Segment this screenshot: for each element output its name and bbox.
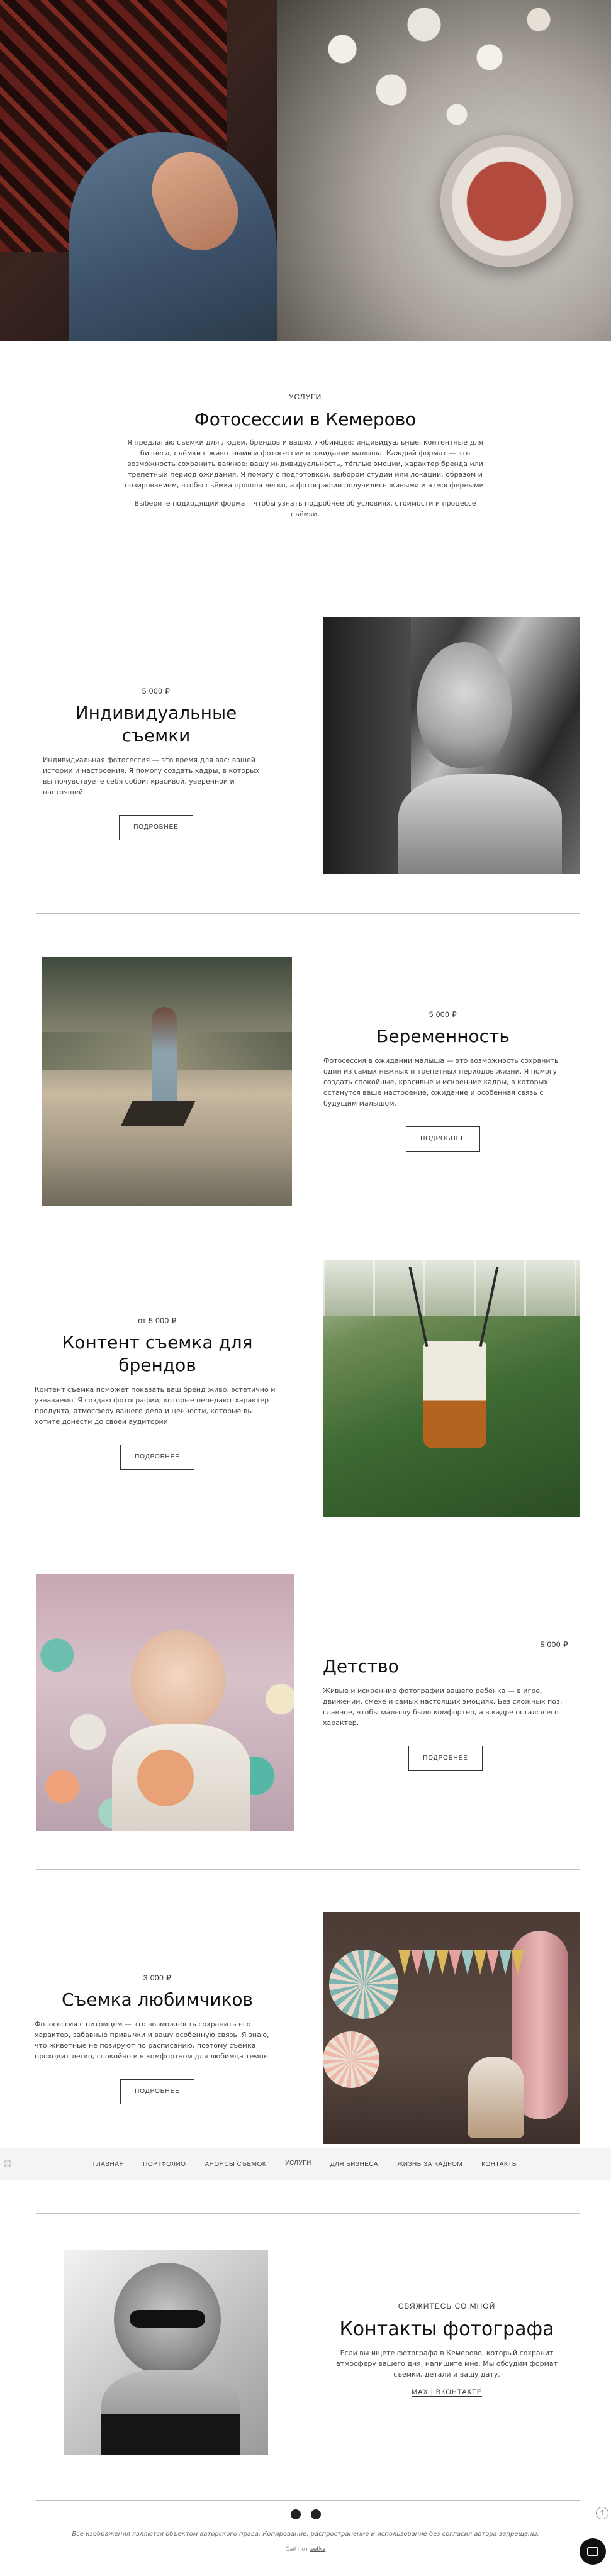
service-price: 5 000 ₽ — [429, 1010, 457, 1019]
details-button[interactable]: Подробнее — [120, 2079, 194, 2104]
service-pregnancy: 5 000 ₽ Беременность Фотосессия в ожидан… — [323, 1010, 563, 1152]
contact-description: Если вы ищете фотографа в Кемерово, кото… — [335, 2349, 558, 2379]
section-eyebrow: Услуги — [288, 392, 322, 401]
service-photo-brand — [323, 1260, 580, 1517]
service-photo-childhood — [36, 1574, 294, 1831]
copyright-text: Все изображения являются объектом авторс… — [72, 2531, 539, 2538]
service-photo-individual — [323, 617, 580, 874]
social-links — [0, 2509, 611, 2519]
contact-block: Свяжитесь со мной Контакты фотографа Есл… — [327, 2302, 566, 2397]
nav-item-business[interactable]: Для бизнеса — [330, 2161, 378, 2168]
nav-item-services[interactable]: Услуги — [285, 2160, 311, 2168]
service-description: Контент съёмка поможет показать ваш брен… — [35, 1385, 276, 1426]
site-footer: Все изображения являются объектом авторс… — [0, 2509, 611, 2553]
details-button[interactable]: Подробнее — [119, 815, 193, 840]
site-nav: Главная Портфолио Анонсы съемок Услуги Д… — [0, 2148, 611, 2180]
intro-paragraph: Я предлагаю съёмки для людей, брендов и … — [124, 438, 486, 489]
nav-item-portfolio[interactable]: Портфолио — [143, 2161, 186, 2168]
service-title: Беременность — [376, 1026, 510, 1046]
chat-widget-icon[interactable] — [580, 2538, 606, 2565]
service-description: Фотосессия в ожидании малыша — это возмо… — [323, 1057, 559, 1108]
service-description: Индивидуальная фотосессия — это время дл… — [43, 756, 260, 796]
nav-bullet-icon — [4, 2160, 11, 2167]
divider — [36, 2213, 580, 2214]
contact-links[interactable]: Мах | ВКонтакте — [411, 2389, 483, 2397]
service-price: 5 000 ₽ — [142, 687, 171, 696]
service-photo-pets — [323, 1912, 580, 2144]
contact-photo — [64, 2250, 268, 2455]
divider — [36, 913, 580, 914]
made-by-prefix: Сайт от — [285, 2546, 309, 2553]
service-brand: от 5 000 ₽ Контент съемка для брендов Ко… — [35, 1316, 280, 1470]
service-pets: 3 000 ₽ Съемка любимчиков Фотосессия с п… — [35, 1974, 280, 2104]
contact-title: Контакты фотографа — [339, 2318, 554, 2340]
telegram-icon[interactable] — [310, 2509, 321, 2519]
service-price: 3 000 ₽ — [143, 1974, 172, 1982]
divider — [36, 2500, 580, 2501]
services-intro: Услуги Фотосессии в Кемерово Я предлагаю… — [120, 392, 491, 519]
nav-item-announcements[interactable]: Анонсы съемок — [205, 2161, 266, 2168]
service-description: Фотосессия с питомцем — это возможность … — [35, 2020, 271, 2060]
flowers — [277, 0, 604, 164]
details-button[interactable]: Подробнее — [120, 1445, 194, 1470]
details-button[interactable]: Подробнее — [406, 1126, 480, 1152]
page-title: Фотосессии в Кемерово — [194, 409, 417, 430]
service-price: от 5 000 ₽ — [138, 1316, 177, 1325]
hero-photo — [0, 0, 611, 341]
whatsapp-icon[interactable] — [290, 2509, 301, 2519]
scroll-top-arrow-icon[interactable]: ↑ — [596, 2507, 608, 2519]
service-description: Живые и искренние фотографии вашего ребё… — [323, 1687, 563, 1727]
nav-item-home[interactable]: Главная — [93, 2161, 124, 2168]
nav-item-behind-scenes[interactable]: Жизнь за кадром — [397, 2161, 462, 2168]
divider — [36, 1869, 580, 1870]
details-button[interactable]: Подробнее — [408, 1746, 483, 1771]
service-title: Съемка любимчиков — [62, 1989, 253, 2010]
service-title: Контент съемка для брендов — [62, 1332, 253, 1375]
service-title: Индивидуальные съемки — [75, 702, 237, 746]
nav-item-contacts[interactable]: Контакты — [481, 2161, 518, 2168]
service-price: 5 000 ₽ — [540, 1640, 568, 1649]
intro-paragraph-2: Выберите подходящий формат, чтобы узнать… — [134, 499, 476, 518]
made-by-link[interactable]: setka — [310, 2546, 325, 2553]
tea-cup — [440, 135, 573, 267]
service-title: Детство — [323, 1656, 399, 1677]
contact-eyebrow: Свяжитесь со мной — [398, 2302, 496, 2311]
service-photo-pregnancy — [42, 957, 292, 1206]
made-by: Сайт от setka — [0, 2546, 611, 2553]
service-individual: 5 000 ₽ Индивидуальные съемки Индивидуал… — [43, 687, 269, 840]
service-childhood: 5 000 ₽ Детство Живые и искренние фотогр… — [323, 1640, 568, 1771]
